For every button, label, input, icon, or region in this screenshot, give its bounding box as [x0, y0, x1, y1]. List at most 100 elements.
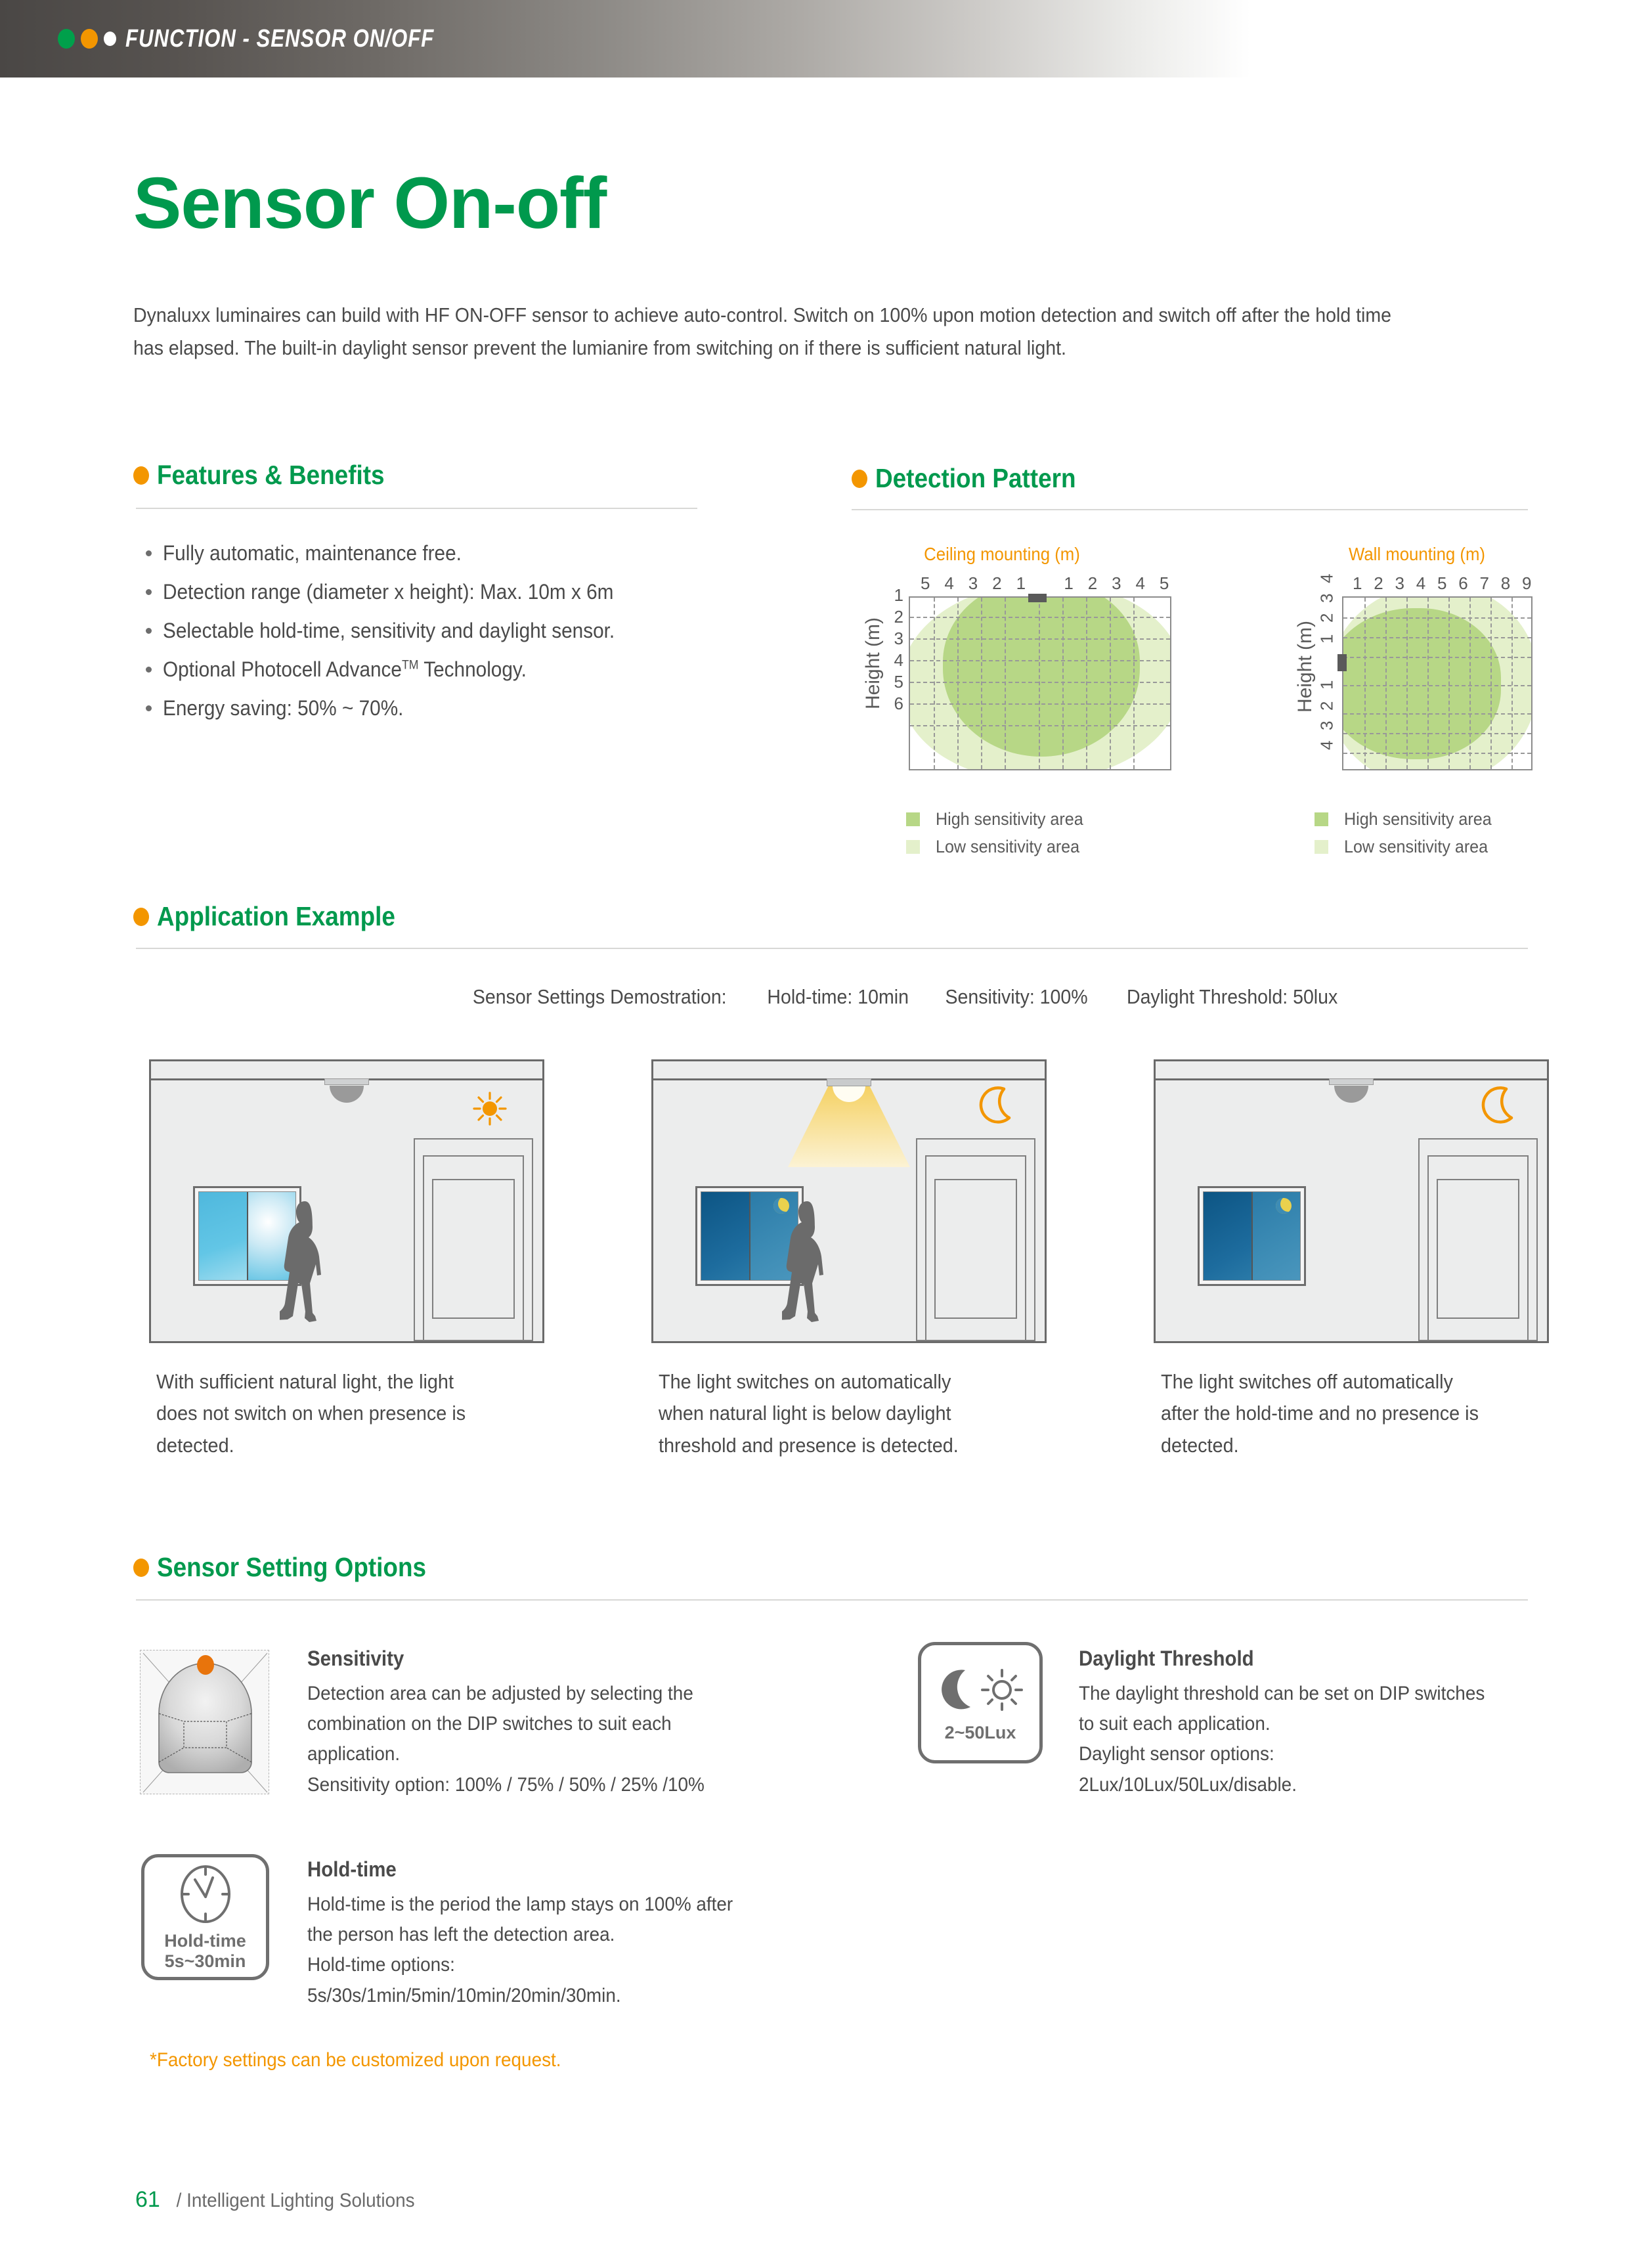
page-header-bar: FUNCTION - SENSOR ON/OFF — [0, 0, 1251, 77]
legend-wall: High sensitivity area Low sensitivity ar… — [1315, 809, 1503, 864]
option-daylight-threshold: Daylight Threshold The daylight threshol… — [1079, 1647, 1578, 1800]
sensitivity-detection-area-icon — [140, 1650, 269, 1794]
body-line: the person has left the detection area. — [307, 1924, 615, 1946]
features-list: Fully automatic, maintenance free. Detec… — [146, 540, 770, 734]
chart-y-axis-label-ceiling: Height (m) — [862, 617, 884, 710]
caption-line: after the hold-time and no presence is — [1161, 1402, 1479, 1425]
option-title-sensitivity: Sensitivity — [307, 1647, 404, 1670]
bullet-icon — [146, 589, 152, 595]
chart-plot-ceiling — [909, 596, 1171, 770]
section-divider-features — [136, 508, 697, 509]
body-line: Hold-time is the period the lamp stays o… — [307, 1893, 733, 1915]
page-footer: 61 / Intelligent Lighting Solutions — [135, 2187, 424, 2213]
y-tick: 2 — [894, 607, 903, 627]
option-body-holdtime: Hold-time is the period the lamp stays o… — [307, 1890, 852, 2011]
footnote: *Factory settings can be customized upon… — [150, 2049, 561, 2071]
caption-line: The light switches off automatically — [1161, 1370, 1453, 1393]
y-tick: 3 — [1316, 593, 1337, 603]
list-item: Detection range (diameter x height): Max… — [146, 579, 770, 605]
application-scene-2 — [651, 1059, 1047, 1343]
sun-icon — [473, 1092, 507, 1126]
caption-line: threshold and presence is detected. — [659, 1433, 959, 1457]
y-tick: 1 — [894, 585, 903, 605]
chart-x-axis-ceiling: 5 4 3 2 1 1 2 3 4 5 — [921, 573, 1169, 593]
door — [916, 1138, 1035, 1341]
demo-label: Sensor Settings Demostration: — [472, 985, 727, 1008]
legend-swatch-low-icon — [906, 840, 920, 854]
legend-swatch-low-icon — [1315, 840, 1328, 854]
body-line: Hold-time options: — [307, 1954, 455, 1976]
chart-x-axis-wall: 1 2 3 4 5 6 7 8 9 — [1353, 573, 1532, 593]
caption-line: With sufficient natural light, the light — [156, 1370, 454, 1393]
legend-label: Low sensitivity area — [936, 837, 1080, 856]
caption-line: The light switches on automatically — [659, 1370, 951, 1393]
demo-daylight-threshold: Daylight Threshold: 50lux — [1126, 985, 1338, 1008]
section-title-detection: Detection Pattern — [875, 463, 1076, 493]
body-line-options: 2Lux/10Lux/50Lux/disable. — [1079, 1773, 1297, 1796]
y-tick: 1 — [1316, 680, 1337, 690]
y-tick: 3 — [894, 629, 903, 648]
scene-caption-2: The light switches on automatically when… — [659, 1366, 1054, 1461]
option-hold-time: Hold-time Hold-time is the period the la… — [307, 1857, 852, 2011]
header-dot-green-icon — [58, 29, 75, 49]
demo-hold-time: Hold-time: 10min — [767, 985, 909, 1008]
daylight-threshold-icon-box: 2~50Lux — [918, 1642, 1043, 1763]
window — [1198, 1186, 1306, 1286]
legend-ceiling: High sensitivity area Low sensitivity ar… — [906, 809, 1095, 864]
y-tick: 6 — [894, 694, 903, 713]
feature-text: Optional Photocell AdvanceTM Technology. — [163, 656, 527, 682]
body-line-options: Sensitivity option: 100% / 75% / 50% / 2… — [307, 1773, 705, 1796]
header-dot-orange-icon — [81, 29, 98, 49]
section-bullet-icon — [133, 1558, 149, 1577]
page-number: 61 — [135, 2187, 160, 2212]
legend-item-high: High sensitivity area — [906, 809, 1095, 830]
caption-line: does not switch on when presence is — [156, 1402, 466, 1425]
legend-label: Low sensitivity area — [1344, 837, 1489, 856]
caption-line: detected. — [156, 1433, 234, 1457]
legend-swatch-high-icon — [906, 812, 920, 826]
door — [414, 1138, 533, 1341]
section-divider-detection — [852, 509, 1528, 510]
daylight-icon-caption: 2~50Lux — [944, 1723, 1016, 1743]
y-tick: 4 — [894, 650, 903, 670]
ceiling-sensor-icon — [1329, 1078, 1374, 1085]
caption-line: detected. — [1161, 1433, 1239, 1457]
option-body-daylight: The daylight threshold can be set on DIP… — [1079, 1679, 1578, 1800]
bullet-icon — [146, 550, 152, 556]
sensor-marker-icon — [1337, 654, 1347, 671]
legend-item-low: Low sensitivity area — [906, 837, 1095, 857]
chart-title-ceiling: Ceiling mounting (m) — [924, 544, 1080, 564]
y-tick: 4 — [1316, 573, 1337, 583]
feature-text: Energy saving: 50% ~ 70%. — [163, 696, 404, 720]
scene-caption-1: With sufficient natural light, the light… — [156, 1366, 552, 1461]
body-line: Detection area can be adjusted by select… — [307, 1683, 693, 1704]
moon-sun-icon — [942, 1669, 1023, 1712]
header-dot-white-icon — [104, 32, 116, 46]
hold-time-caption-line2: 5s~30min — [164, 1951, 246, 1971]
sensor-marker-icon — [1028, 594, 1047, 602]
legend-label: High sensitivity area — [936, 809, 1083, 829]
y-tick: 4 — [1316, 740, 1337, 750]
header-dots — [58, 29, 116, 49]
chart-title-wall: Wall mounting (m) — [1348, 544, 1486, 564]
section-divider-options — [136, 1599, 1528, 1601]
legend-item-low: Low sensitivity area — [1315, 837, 1503, 857]
chart-plot-wall — [1342, 596, 1532, 770]
caption-line: when natural light is below daylight — [659, 1402, 951, 1425]
ceiling-luminaire-icon — [827, 1078, 871, 1086]
moon-icon — [979, 1086, 1011, 1124]
list-item: Selectable hold-time, sensitivity and da… — [146, 617, 770, 644]
option-sensitivity: Sensitivity Detection area can be adjust… — [307, 1647, 826, 1800]
breadcrumb: FUNCTION - SENSOR ON/OFF — [125, 24, 435, 53]
bullet-icon — [146, 667, 152, 673]
y-tick: 5 — [894, 672, 903, 692]
feature-text: Selectable hold-time, sensitivity and da… — [163, 619, 615, 642]
list-item: Fully automatic, maintenance free. — [146, 540, 770, 566]
body-line: combination on the DIP switches to suit … — [307, 1713, 672, 1735]
section-divider-application — [136, 948, 1528, 949]
option-title-holdtime: Hold-time — [307, 1857, 397, 1881]
moon-icon — [1481, 1086, 1513, 1124]
list-item: Optional Photocell AdvanceTM Technology. — [146, 656, 770, 682]
hold-time-icon-caption: Hold-time 5s~30min — [164, 1931, 246, 1972]
section-header-detection: Detection Pattern — [852, 463, 1098, 494]
